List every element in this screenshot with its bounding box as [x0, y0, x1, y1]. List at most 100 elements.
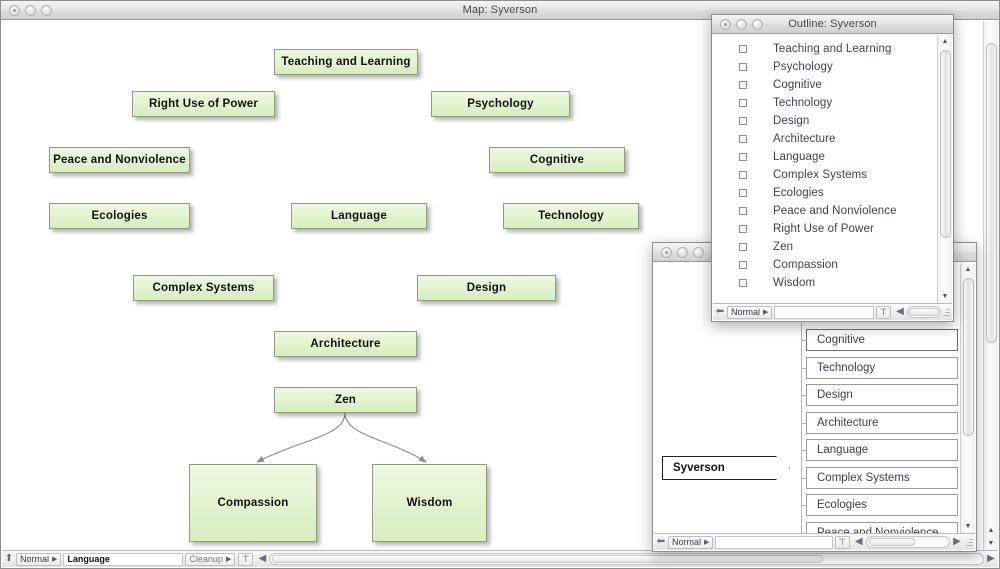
outline-row-checkbox[interactable]: [739, 81, 747, 89]
outline-selection-field[interactable]: [774, 305, 874, 319]
outline-row-checkbox[interactable]: [739, 99, 747, 107]
outline-row[interactable]: Wisdom: [713, 274, 937, 292]
zoom-button[interactable]: [752, 18, 763, 30]
outline-mode-popup[interactable]: Normal ▶: [727, 305, 773, 319]
outline-row[interactable]: Ecologies: [713, 184, 937, 202]
scroll-down-icon[interactable]: ▼: [938, 290, 953, 303]
map2-node[interactable]: Ecologies: [806, 494, 958, 516]
map-node[interactable]: Technology: [503, 203, 639, 229]
map-vertical-scrollbar[interactable]: ▲ ▼: [983, 21, 998, 550]
outline-hscroll-track[interactable]: [907, 306, 941, 318]
map2-node[interactable]: Technology: [806, 356, 958, 379]
map2-vscroll-thumb[interactable]: [962, 278, 974, 436]
note-tool-icon[interactable]: ⊤: [238, 552, 254, 566]
outline-row-checkbox[interactable]: [739, 243, 747, 251]
resize-grip[interactable]: [964, 536, 975, 549]
map-node[interactable]: Zen: [274, 387, 417, 413]
map2-node[interactable]: Design: [806, 384, 958, 406]
outline-vertical-scrollbar[interactable]: ▲ ▼: [937, 35, 952, 303]
map-horizontal-scrollbar[interactable]: ◀ ▶: [255, 553, 998, 566]
map2-horizontal-scrollbar[interactable]: ◀ ▶: [852, 536, 964, 549]
outline-vscroll-thumb[interactable]: [939, 50, 951, 238]
note-tool-icon[interactable]: ⊤: [834, 535, 850, 549]
scroll-right-icon[interactable]: ▶: [984, 554, 998, 564]
map2-mode-popup[interactable]: Normal ▶: [668, 535, 714, 549]
outline-row[interactable]: Design: [713, 112, 937, 130]
map2-vertical-scrollbar[interactable]: ▲ ▼: [960, 263, 975, 533]
outline-hscroll-thumb[interactable]: [909, 308, 939, 316]
scroll-up-icon[interactable]: ▲: [961, 263, 976, 276]
minimize-button[interactable]: [736, 18, 747, 30]
outline-row[interactable]: Psychology: [713, 58, 937, 76]
zoom-button[interactable]: [41, 4, 52, 16]
outline-row[interactable]: Zen: [713, 238, 937, 256]
map-cleanup-popup[interactable]: Cleanup ▶: [185, 552, 236, 566]
map2-node[interactable]: Language: [806, 439, 958, 461]
map-node[interactable]: Language: [291, 203, 427, 229]
map-mode-popup[interactable]: Normal ▶: [16, 552, 62, 566]
map2-root-node[interactable]: Syverson: [662, 456, 790, 480]
map2-node[interactable]: Architecture: [806, 411, 958, 434]
map2-window-controls[interactable]: [661, 246, 704, 258]
outline-row[interactable]: Peace and Nonviolence: [713, 202, 937, 220]
map-node[interactable]: Right Use of Power: [132, 91, 275, 117]
scroll-down-icon[interactable]: ▼: [961, 520, 976, 533]
resize-grip[interactable]: [941, 306, 952, 319]
map2-statusbar[interactable]: ⬅ Normal ▶ ⊤ ◀ ▶: [654, 533, 975, 550]
outline-row-checkbox[interactable]: [739, 45, 747, 53]
back-arrow-icon[interactable]: ⬅: [713, 307, 727, 317]
note-tool-icon[interactable]: ⊤: [876, 305, 891, 319]
map-node[interactable]: Compassion: [189, 464, 317, 542]
close-button[interactable]: [661, 246, 672, 258]
zoom-button[interactable]: [693, 246, 704, 258]
map-selection-field[interactable]: Language: [63, 552, 184, 566]
map-node[interactable]: Cognitive: [489, 147, 625, 173]
map-vscroll-thumb[interactable]: [985, 43, 997, 343]
outline-row[interactable]: Language: [713, 148, 937, 166]
outline-row[interactable]: Architecture: [713, 130, 937, 148]
map-vscroll-track[interactable]: [984, 21, 999, 524]
map-hscroll-track[interactable]: [269, 553, 984, 565]
map-node[interactable]: Psychology: [431, 91, 570, 117]
scroll-down-icon[interactable]: ▼: [984, 537, 999, 550]
outline-row-checkbox[interactable]: [739, 207, 747, 215]
outline-row[interactable]: Compassion: [713, 256, 937, 274]
outline-horizontal-scrollbar[interactable]: ◀: [893, 306, 941, 319]
outline-row-checkbox[interactable]: [739, 117, 747, 125]
outline-statusbar[interactable]: ⬅ Normal ▶ ⊤ ◀: [713, 303, 952, 320]
map2-node[interactable]: Cognitive: [806, 329, 958, 351]
outline-row-checkbox[interactable]: [739, 225, 747, 233]
scroll-right-icon[interactable]: ▶: [950, 537, 964, 547]
map2-vscroll-track[interactable]: [961, 276, 976, 520]
map2-hscroll-track[interactable]: [865, 536, 950, 548]
outline-list[interactable]: Teaching and Learning Psychology Cognitive…: [713, 35, 937, 303]
map2-node[interactable]: Peace and Nonviolence: [806, 521, 958, 533]
map-node[interactable]: Teaching and Learning: [274, 49, 418, 75]
outline-row[interactable]: Right Use of Power: [713, 220, 937, 238]
outline-row-checkbox[interactable]: [739, 153, 747, 161]
scroll-left-icon[interactable]: ◀: [852, 537, 866, 547]
outline-row[interactable]: Complex Systems: [713, 166, 937, 184]
outline-vscroll-track[interactable]: [938, 48, 953, 290]
outline-window[interactable]: Outline: Syverson Teaching and Learning P…: [711, 14, 954, 322]
map-node[interactable]: Ecologies: [49, 203, 190, 229]
outline-row[interactable]: Cognitive: [713, 76, 937, 94]
close-button[interactable]: [720, 18, 731, 30]
map-node[interactable]: Peace and Nonviolence: [49, 147, 190, 173]
outline-row-checkbox[interactable]: [739, 63, 747, 71]
outline-row-checkbox[interactable]: [739, 135, 747, 143]
outline-row-checkbox[interactable]: [739, 171, 747, 179]
map-node[interactable]: Architecture: [274, 331, 417, 357]
map-node[interactable]: Design: [417, 275, 556, 301]
window-controls[interactable]: [9, 4, 52, 16]
scroll-left-icon[interactable]: ◀: [255, 554, 269, 564]
close-button[interactable]: [9, 4, 20, 16]
map2-hscroll-thumb[interactable]: [868, 538, 915, 546]
map-hscroll-thumb[interactable]: [272, 555, 823, 563]
back-arrow-icon[interactable]: ⬆: [2, 554, 16, 564]
minimize-button[interactable]: [25, 4, 36, 16]
map-node[interactable]: Complex Systems: [133, 275, 274, 301]
map-statusbar[interactable]: ⬆ Normal ▶ Language Cleanup ▶ ⊤ ◀ ▶: [2, 550, 998, 567]
outline-window-controls[interactable]: [720, 18, 763, 30]
outline-row-checkbox[interactable]: [739, 261, 747, 269]
